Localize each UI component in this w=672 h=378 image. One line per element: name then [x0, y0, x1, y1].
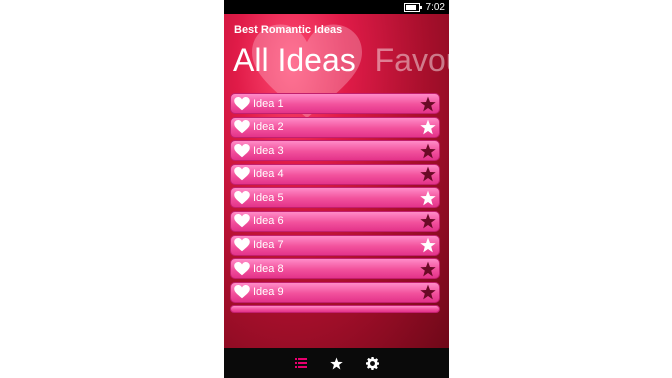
- idea-label: Idea 3: [253, 144, 284, 157]
- heart-icon: [234, 238, 250, 252]
- idea-row-partial[interactable]: [230, 305, 440, 314]
- favourite-star-icon[interactable]: [420, 261, 436, 277]
- idea-label: Idea 4: [253, 168, 284, 181]
- heart-icon: [234, 261, 250, 275]
- app-panorama: Best Romantic Ideas All Ideas Favourites…: [224, 14, 449, 348]
- idea-row[interactable]: Idea 6: [230, 210, 440, 232]
- heart-icon: [234, 120, 250, 134]
- idea-label: Idea 2: [253, 121, 284, 134]
- favourite-star-icon[interactable]: [420, 237, 436, 253]
- settings-button[interactable]: [366, 356, 380, 370]
- phone-screen: 7:02 Best Romantic Ideas All Ideas Favou…: [224, 0, 449, 378]
- favourite-star-icon[interactable]: [420, 284, 436, 300]
- idea-row[interactable]: Idea 8: [230, 258, 440, 280]
- idea-row[interactable]: Idea 2: [230, 116, 440, 138]
- heart-icon: [234, 143, 250, 157]
- heart-icon: [234, 190, 250, 205]
- idea-label: Idea 8: [253, 262, 284, 275]
- idea-row[interactable]: Idea 9: [230, 281, 440, 303]
- list-button[interactable]: [294, 356, 308, 370]
- tab-all-ideas[interactable]: All Ideas: [233, 42, 356, 78]
- heart-icon: [234, 96, 250, 110]
- favourite-star-icon[interactable]: [420, 213, 436, 229]
- favourite-star-icon[interactable]: [420, 166, 436, 182]
- heart-icon: [234, 167, 250, 181]
- idea-row[interactable]: Idea 5: [230, 187, 440, 209]
- idea-row[interactable]: Idea 4: [230, 163, 440, 185]
- idea-label: Idea 7: [253, 239, 284, 252]
- battery-icon: [403, 2, 422, 12]
- idea-label: Idea 9: [253, 286, 284, 299]
- favourite-star-icon[interactable]: [420, 96, 436, 112]
- favourites-button[interactable]: [330, 356, 344, 370]
- app-bar: [224, 348, 449, 378]
- heart-icon: [234, 214, 250, 228]
- tab-favourites[interactable]: Favourites: [375, 42, 449, 78]
- idea-label: Idea 1: [253, 97, 284, 110]
- idea-row[interactable]: Idea 1: [230, 93, 440, 114]
- gear-icon: [366, 356, 379, 370]
- favourite-star-icon[interactable]: [420, 143, 436, 159]
- favourite-star-icon[interactable]: [420, 119, 436, 135]
- list-icon: [294, 358, 307, 368]
- favourite-star-icon[interactable]: [420, 190, 436, 206]
- idea-row[interactable]: Idea 3: [230, 140, 440, 162]
- idea-label: Idea 5: [253, 191, 284, 204]
- pivot-header: All Ideas Favourites: [233, 42, 449, 79]
- battery-level: [405, 4, 416, 10]
- idea-row[interactable]: Idea 7: [230, 234, 440, 256]
- app-title: Best Romantic Ideas: [234, 24, 343, 36]
- status-bar: 7:02: [224, 0, 449, 14]
- idea-label: Idea 6: [253, 215, 284, 228]
- heart-icon: [234, 285, 250, 299]
- ideas-list: Idea 1 Idea 2 Idea 3 Idea 4 Idea 5 Idea 6 Idea…: [230, 93, 440, 316]
- status-time: 7:02: [425, 1, 445, 13]
- star-icon: [330, 357, 343, 369]
